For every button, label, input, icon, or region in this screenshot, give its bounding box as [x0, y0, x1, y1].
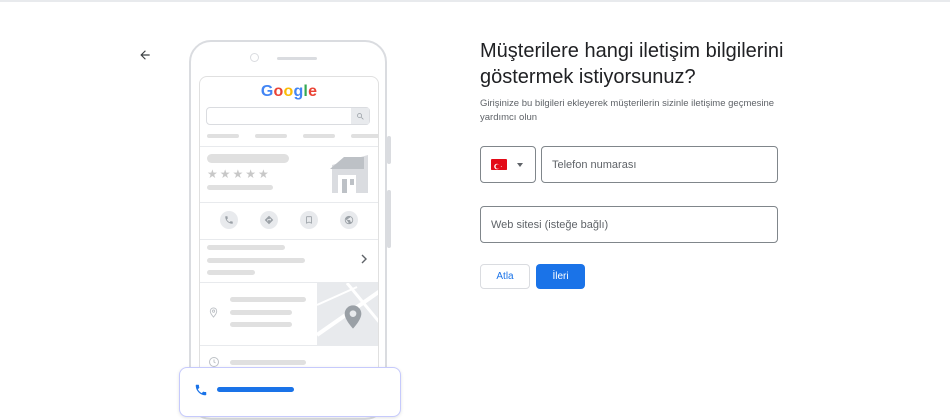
category-placeholder	[207, 185, 273, 190]
info-line-placeholder	[207, 270, 255, 275]
chevron-right-icon	[361, 254, 367, 264]
search-icon	[356, 112, 364, 120]
info-line-placeholder	[207, 245, 285, 250]
directions-icon	[264, 215, 274, 225]
chevron-down-icon	[517, 163, 523, 167]
address-placeholder	[230, 322, 292, 327]
country-code-select[interactable]	[480, 146, 536, 183]
action-save	[300, 211, 318, 229]
phone-number-placeholder	[217, 387, 294, 392]
address-placeholder	[230, 310, 292, 315]
phone-side-button	[387, 190, 391, 248]
map-pin-icon	[344, 305, 362, 329]
logo-letter: g	[293, 83, 304, 100]
screen-divider	[200, 146, 378, 147]
logo-letter: G	[260, 83, 274, 100]
phone-speaker	[277, 57, 317, 60]
phone-screen: Google ★★★★★	[199, 76, 379, 406]
phone-side-button	[387, 136, 391, 164]
flag-turkey-icon	[491, 159, 507, 170]
highlighted-phone-card	[179, 367, 401, 417]
illustration-search-bar	[206, 107, 370, 125]
action-website	[340, 211, 358, 229]
illustration-search-button	[351, 108, 369, 124]
screen-divider	[200, 202, 378, 203]
skip-button[interactable]: Atla	[480, 264, 530, 289]
phone-icon	[225, 216, 233, 224]
top-divider	[0, 0, 950, 2]
tab-placeholder	[207, 134, 239, 138]
page-subtitle: Girişinize bu bilgileri ekleyerek müşter…	[480, 98, 775, 123]
info-line-placeholder	[207, 258, 305, 263]
phone-icon	[195, 384, 207, 396]
business-name-placeholder	[207, 154, 289, 163]
phone-number-input[interactable]	[541, 146, 778, 183]
back-button[interactable]	[134, 44, 156, 66]
address-placeholder	[230, 297, 306, 302]
next-button[interactable]: İleri	[536, 264, 585, 289]
bookmark-icon	[306, 216, 312, 224]
location-pin-icon	[209, 307, 218, 318]
rating-stars: ★★★★★	[207, 167, 271, 181]
storefront-icon	[330, 155, 368, 193]
google-logo: Google	[200, 83, 378, 101]
phone-camera	[250, 53, 259, 62]
action-directions	[260, 211, 278, 229]
tab-placeholder	[303, 134, 335, 138]
logo-letter: o	[283, 83, 294, 100]
website-input[interactable]	[480, 206, 778, 243]
website-icon	[344, 215, 354, 225]
tab-placeholder	[351, 134, 378, 138]
action-call	[220, 211, 238, 229]
hours-placeholder	[230, 360, 306, 365]
arrow-back-icon	[140, 50, 150, 60]
tab-placeholder	[255, 134, 287, 138]
page-title: Müşterilere hangi iletişim bilgilerini g…	[480, 40, 784, 88]
map-thumbnail	[317, 283, 378, 345]
logo-letter: e	[308, 83, 318, 100]
screen-divider	[200, 345, 378, 346]
logo-letter: o	[273, 83, 284, 100]
screen-divider	[200, 239, 378, 240]
